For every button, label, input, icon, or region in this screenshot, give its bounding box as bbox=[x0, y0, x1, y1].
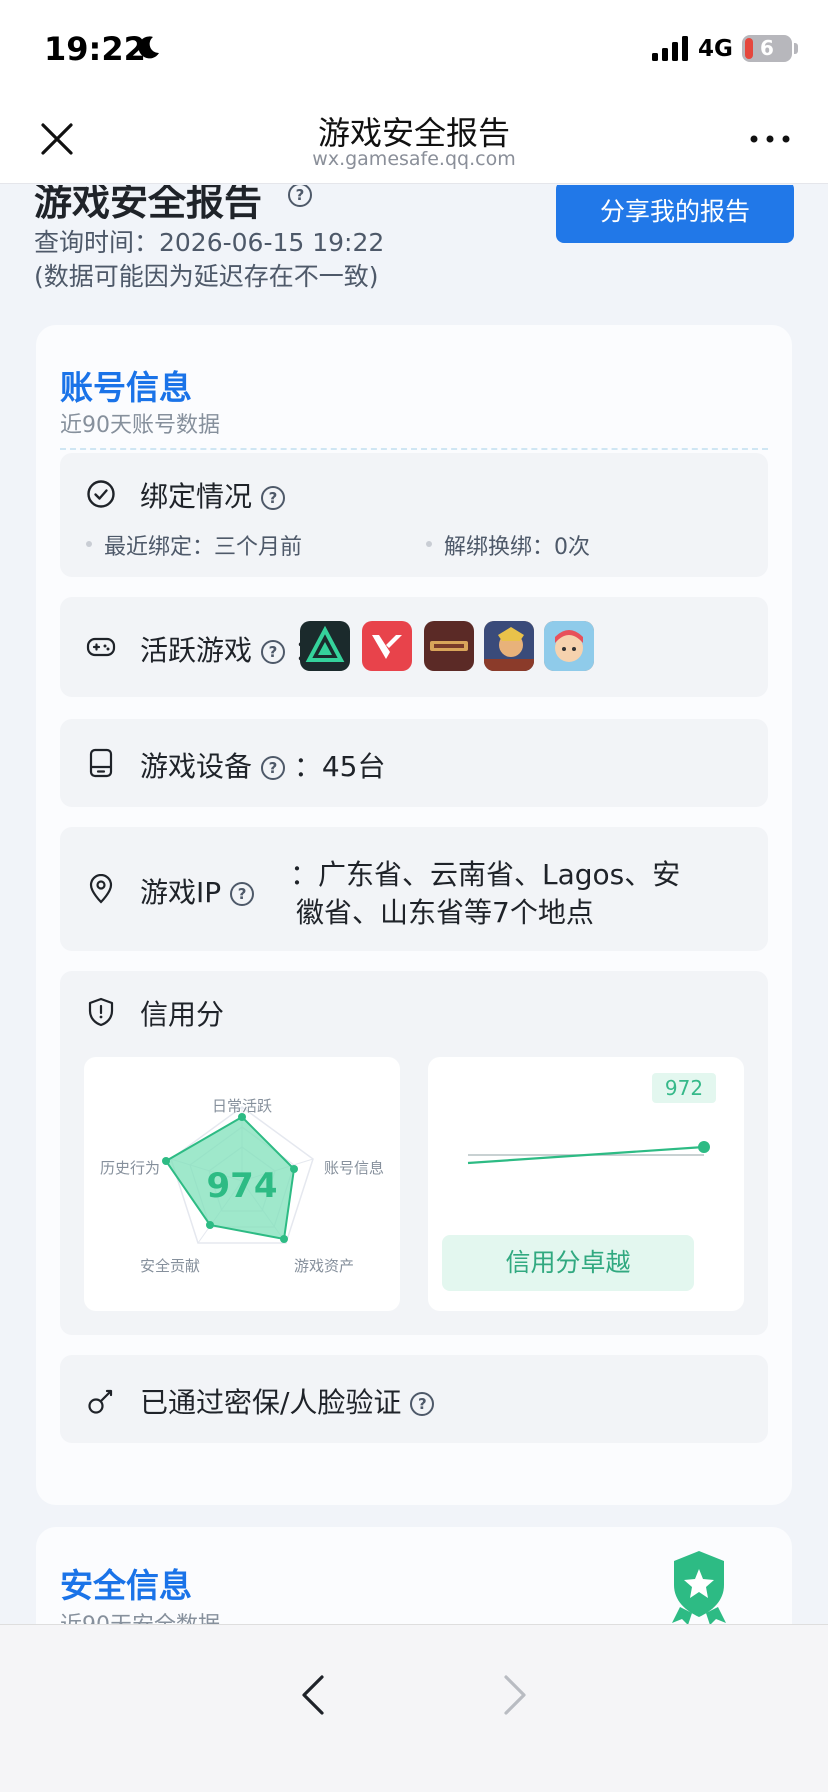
devices-row: 游戏设备 ? ：45台 bbox=[60, 719, 768, 807]
security-info-title: 安全信息 bbox=[60, 1566, 192, 1605]
active-games-label: 活跃游戏 ? ： bbox=[140, 629, 322, 669]
gamepad-icon bbox=[86, 637, 116, 657]
binding-label: 绑定情况 ? bbox=[140, 475, 285, 515]
verified-row: 已通过密保/人脸验证 ? bbox=[60, 1355, 768, 1443]
account-info-card: 账号信息 近90天账号数据 绑定情况 ? 最近绑定：三个月前 解绑换绑：0次 活… bbox=[36, 325, 792, 1505]
game-5-icon[interactable] bbox=[544, 621, 594, 671]
help-icon[interactable]: ? bbox=[260, 486, 285, 510]
status-bar: 19:22 4G 6 bbox=[0, 0, 828, 96]
unbind-count: 解绑换绑：0次 bbox=[426, 529, 590, 561]
radar-chart: 974 日常活跃 账号信息 游戏资产 安全贡献 历史行为 bbox=[100, 1097, 384, 1275]
divider bbox=[60, 448, 768, 450]
shield-icon bbox=[88, 997, 114, 1027]
battery-level: 6 bbox=[760, 36, 774, 60]
axis-security-contribution: 安全贡献 bbox=[140, 1257, 200, 1275]
credit-score: 974 bbox=[207, 1166, 278, 1206]
security-info-card: 安全信息 近90天安全数据 bbox=[36, 1527, 792, 1625]
help-icon[interactable]: ? bbox=[230, 882, 255, 906]
help-icon[interactable]: ? bbox=[260, 756, 285, 780]
data-delay-note: (数据可能因为延迟存在不一致) bbox=[34, 262, 379, 291]
location-pin-icon bbox=[89, 874, 113, 904]
security-badge-icon bbox=[672, 1551, 726, 1625]
active-games-label-text: 活跃游戏 bbox=[140, 634, 253, 667]
trend-line-chart bbox=[467, 1141, 710, 1165]
query-time: 查询时间：2026-06-15 19:22 bbox=[34, 228, 385, 257]
account-info-title: 账号信息 bbox=[60, 368, 192, 407]
share-report-button[interactable]: 分享我的报告 bbox=[556, 185, 794, 243]
ip-value-line2: 徽省、山东省等7个地点 bbox=[296, 896, 594, 929]
battery-icon: 6 bbox=[742, 35, 792, 62]
security-info-subtitle: 近90天安全数据 bbox=[60, 1607, 220, 1625]
ip-row: 游戏IP ? ：广东省、云南省、Lagos、安 徽省、山东省等7个地点 bbox=[60, 827, 768, 951]
browser-bottom-bar bbox=[0, 1624, 828, 1792]
ip-label: 游戏IP ? bbox=[140, 871, 255, 911]
nav-domain: wx.gamesafe.qq.com bbox=[312, 148, 516, 170]
active-games-row: 活跃游戏 ? ： bbox=[60, 597, 768, 697]
page-title: 游戏安全报告 ? bbox=[34, 185, 312, 226]
status-time: 19:22 bbox=[44, 30, 146, 68]
help-icon[interactable]: ? bbox=[260, 640, 285, 664]
radar-panel: 974 日常活跃 账号信息 游戏资产 安全贡献 历史行为 bbox=[84, 1057, 400, 1311]
binding-row: 绑定情况 ? 最近绑定：三个月前 解绑换绑：0次 bbox=[60, 453, 768, 577]
verified-label-text: 已通过密保/人脸验证 bbox=[140, 1386, 402, 1419]
key-icon bbox=[88, 1389, 113, 1414]
help-icon[interactable]: ? bbox=[410, 1392, 435, 1416]
recent-binding: 最近绑定：三个月前 bbox=[85, 529, 302, 561]
signal-icon bbox=[652, 36, 688, 61]
credit-trend-panel: 972 信用分卓越 bbox=[428, 1057, 744, 1311]
axis-daily-activity: 日常活跃 bbox=[212, 1097, 272, 1115]
moon-icon bbox=[138, 36, 159, 59]
forward-arrow-icon[interactable] bbox=[498, 1673, 532, 1717]
network-type: 4G bbox=[698, 36, 733, 62]
devices-value: ：45台 bbox=[293, 750, 386, 783]
check-circle-icon bbox=[87, 480, 115, 508]
page-content: 游戏安全报告 ? 查询时间：2026-06-15 19:22 (数据可能因为延迟… bbox=[0, 185, 828, 1625]
more-icon[interactable] bbox=[748, 124, 792, 154]
game-2-icon[interactable] bbox=[362, 621, 412, 671]
game-1-icon[interactable] bbox=[300, 621, 350, 671]
game-4-icon[interactable] bbox=[484, 621, 534, 671]
axis-account-info: 账号信息 bbox=[324, 1159, 384, 1177]
account-info-subtitle: 近90天账号数据 bbox=[60, 413, 220, 438]
credit-label: 信用分 bbox=[140, 998, 225, 1031]
binding-label-text: 绑定情况 bbox=[140, 480, 253, 513]
credit-level-label: 信用分卓越 bbox=[442, 1235, 694, 1291]
game-3-icon[interactable] bbox=[424, 621, 474, 671]
ip-value-line1: ：广东省、云南省、Lagos、安 bbox=[290, 858, 681, 891]
ip-label-text: 游戏IP bbox=[140, 876, 222, 909]
back-arrow-icon[interactable] bbox=[296, 1673, 330, 1717]
credit-row: 信用分 974 日常活跃 账号信息 游戏资产 安全贡献 历史行为 972 信用分… bbox=[60, 971, 768, 1335]
axis-history-behavior: 历史行为 bbox=[100, 1159, 160, 1177]
nav-bar: 游戏安全报告 wx.gamesafe.qq.com bbox=[0, 96, 828, 184]
verified-label: 已通过密保/人脸验证 ? bbox=[140, 1381, 435, 1421]
device-icon bbox=[89, 748, 113, 778]
devices-label-text: 游戏设备 bbox=[140, 750, 253, 783]
page-title-text: 游戏安全报告 bbox=[34, 185, 263, 224]
devices-label: 游戏设备 ? ：45台 bbox=[140, 745, 385, 785]
help-icon[interactable]: ? bbox=[288, 185, 312, 207]
axis-game-assets: 游戏资产 bbox=[294, 1257, 354, 1275]
